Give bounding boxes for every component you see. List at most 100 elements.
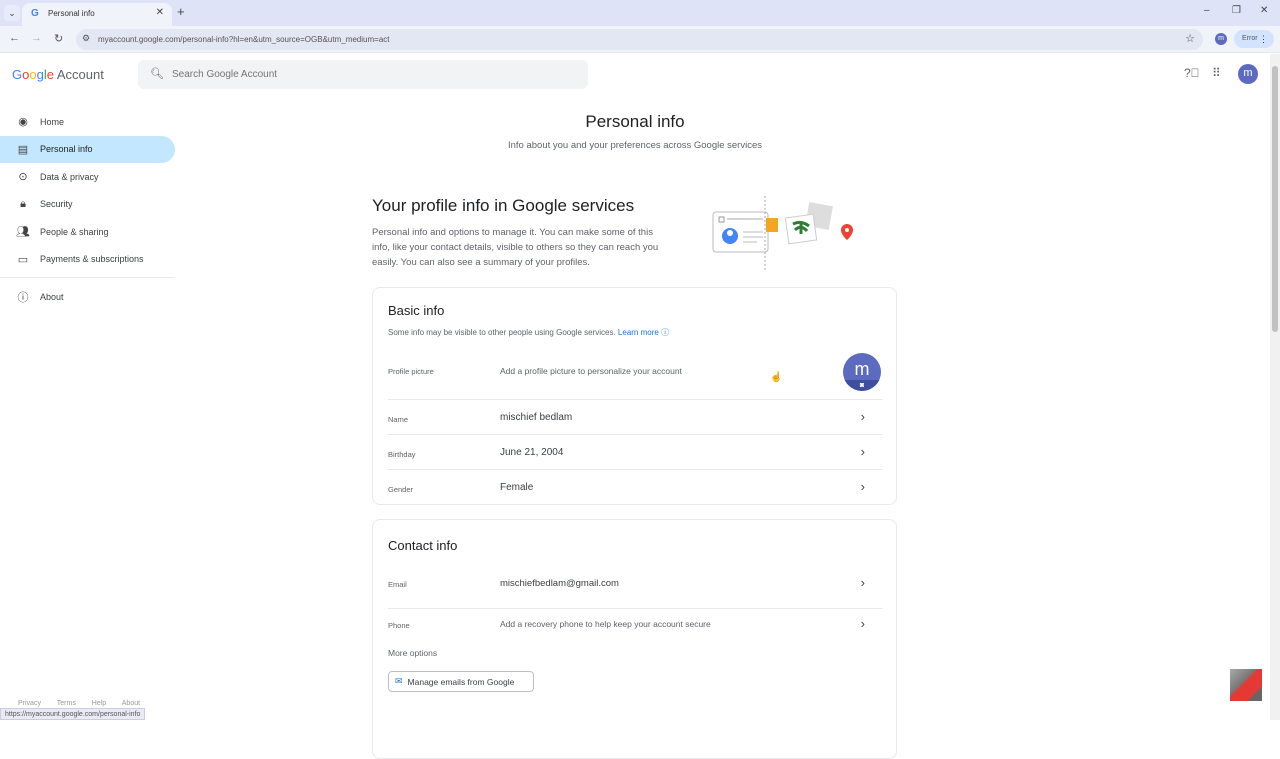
birthday-label: Birthday [388, 450, 416, 459]
profile-picture-hint: Add a profile picture to personalize you… [500, 366, 682, 376]
address-bar[interactable]: ⚙ myaccount.google.com/personal-info?hl=… [76, 29, 1203, 50]
name-row[interactable]: Name mischief bedlam › [388, 399, 883, 434]
visibility-note: Some info may be visible to other people… [388, 328, 616, 337]
search-icon: 🔍︎ [150, 68, 164, 80]
footer-about-link[interactable]: About [122, 700, 140, 707]
search-input[interactable] [172, 66, 572, 83]
sidebar-item-about[interactable]: ⓘ About [0, 283, 175, 311]
help-icon[interactable]: ?⃝ [1184, 66, 1200, 80]
tab-title: Personal info [48, 9, 95, 18]
name-value: mischief bedlam [500, 412, 573, 423]
profile-info-heading: Your profile info in Google services [372, 196, 635, 215]
people-icon: 👥︎ [16, 226, 30, 239]
google-favicon-icon: G [31, 8, 39, 19]
browser-tab[interactable]: G Personal info ✕ [22, 3, 172, 26]
sidebar-item-label: About [40, 291, 64, 302]
manage-emails-button[interactable]: ✉ Manage emails from Google [388, 671, 534, 692]
learn-more-label: Learn more [617, 328, 659, 337]
search-box[interactable]: 🔍︎ [138, 60, 588, 89]
site-info-icon[interactable]: ⚙ [82, 33, 90, 44]
logo-letter: o [29, 67, 37, 82]
sidebar-item-people-sharing[interactable]: 👥︎ People & sharing [0, 218, 175, 246]
page-scrollbar[interactable] [1270, 54, 1280, 720]
chevron-right-icon: › [860, 479, 865, 494]
phone-value: Add a recovery phone to help keep your a… [500, 619, 711, 629]
footer-links: Privacy Terms Help About [18, 700, 154, 707]
url-text[interactable]: myaccount.google.com/personal-info?hl=en… [98, 35, 390, 44]
hand-cursor-icon: ☝ [770, 372, 783, 383]
tab-close-icon[interactable]: ✕ [156, 7, 164, 18]
apps-grid-icon[interactable]: ⠿ [1212, 66, 1221, 80]
window-close-icon[interactable]: ✕ [1260, 5, 1268, 16]
contact-info-title: Contact info [388, 538, 458, 553]
sidebar-item-payments[interactable]: ▭ Payments & subscriptions [0, 246, 175, 274]
manage-emails-label: Manage emails from Google [407, 676, 515, 687]
email-label: Email [388, 580, 407, 589]
birthday-value: June 21, 2004 [500, 447, 564, 458]
phone-row[interactable]: Phone Add a recovery phone to help keep … [388, 608, 883, 643]
avatar-initial: m [854, 359, 870, 379]
gender-value: Female [500, 482, 534, 493]
sidebar-item-security[interactable]: 🔒︎ Security [0, 191, 175, 219]
status-bar-url: https://myaccount.google.com/personal-in… [0, 708, 146, 720]
browser-menu-icon[interactable]: ⋮ [1259, 30, 1268, 48]
sidebar-divider [0, 277, 175, 278]
footer-privacy-link[interactable]: Privacy [18, 700, 41, 707]
mail-icon: ✉ [395, 676, 403, 686]
forward-icon[interactable]: → [31, 32, 42, 44]
name-label: Name [388, 415, 409, 424]
page-subtitle: Info about you and your preferences acro… [507, 140, 762, 151]
browser-error-chip[interactable]: Error ⋮ [1234, 30, 1274, 48]
tab-search-chevron-icon[interactable]: ⌄ [4, 5, 20, 21]
sidebar-item-label: Security [40, 199, 73, 210]
browser-profile-avatar[interactable]: m [1215, 33, 1227, 45]
profile-info-description: Personal info and options to manage it. … [372, 227, 659, 268]
email-row[interactable]: Email mischiefbedlam@gmail.com › [388, 563, 883, 598]
browser-toolbar: ← → ↻ ⚙ myaccount.google.com/personal-in… [0, 26, 1280, 53]
help-circle-icon: ⓘ [661, 328, 670, 337]
sidebar-item-label: Payments & subscriptions [40, 254, 144, 265]
profile-picture-label: Profile picture [388, 367, 434, 376]
credit-card-icon: ▭ [17, 253, 29, 266]
new-tab-icon[interactable]: + [177, 4, 185, 19]
logo-letter: g [36, 67, 44, 82]
google-account-logo[interactable]: Google Account [12, 67, 104, 82]
contact-info-card: Contact info Email mischiefbedlam@gmail.… [372, 519, 897, 759]
page-title: Personal info [585, 112, 685, 131]
basic-info-title: Basic info [388, 303, 445, 318]
gender-row[interactable]: Gender Female › [388, 469, 883, 504]
error-label: Error [1242, 35, 1258, 42]
profile-picture-avatar[interactable]: m ◙ [843, 353, 881, 391]
account-avatar[interactable]: m [1238, 64, 1258, 84]
chevron-right-icon: › [860, 616, 865, 631]
back-icon[interactable]: ← [9, 32, 20, 44]
logo-account-text: Account [56, 67, 104, 82]
camera-icon: ◙ [843, 380, 881, 391]
logo-letter: G [12, 67, 23, 82]
sidebar-item-label: People & sharing [40, 226, 109, 237]
chevron-right-icon: › [860, 409, 865, 424]
basic-info-note: Some info may be visible to other people… [388, 327, 669, 338]
restore-icon[interactable]: ❐ [1232, 5, 1241, 16]
gender-label: Gender [388, 485, 414, 494]
account-page: Google Account 🔍︎ ?⃝ ⠿ m ◉Home ▤Personal… [0, 54, 1270, 759]
sidebar-item-label: Data & privacy [40, 171, 99, 182]
footer-terms-link[interactable]: Terms [57, 700, 76, 707]
scrollbar-thumb[interactable] [1272, 66, 1278, 332]
chevron-right-icon: › [860, 444, 865, 459]
minimize-icon[interactable]: – [1204, 5, 1210, 16]
video-overlay-thumbnail [1230, 669, 1262, 701]
bookmark-star-icon[interactable]: ☆ [1185, 32, 1195, 45]
reload-icon[interactable]: ↻ [54, 32, 63, 45]
birthday-row[interactable]: Birthday June 21, 2004 › [388, 434, 883, 469]
profile-illustration [712, 196, 853, 271]
profile-picture-row[interactable]: Profile picture Add a profile picture to… [388, 345, 883, 399]
email-value: mischiefbedlam@gmail.com [500, 578, 619, 589]
browser-tab-bar: ⌄ G Personal info ✕ + – ❐ ✕ [0, 0, 1280, 26]
lock-icon: 🔒︎ [20, 197, 26, 210]
sidebar-item-data-privacy[interactable]: ⊙ Data & privacy [0, 163, 175, 191]
basic-info-card: Basic info Some info may be visible to o… [372, 287, 897, 505]
learn-more-link[interactable]: Learn more ⓘ [618, 328, 669, 337]
footer-help-link[interactable]: Help [92, 700, 106, 707]
sidebar-nav: ◉ Home ▤ Personal info ⊙ Data & privacy 🔒︎ S… [0, 108, 180, 311]
